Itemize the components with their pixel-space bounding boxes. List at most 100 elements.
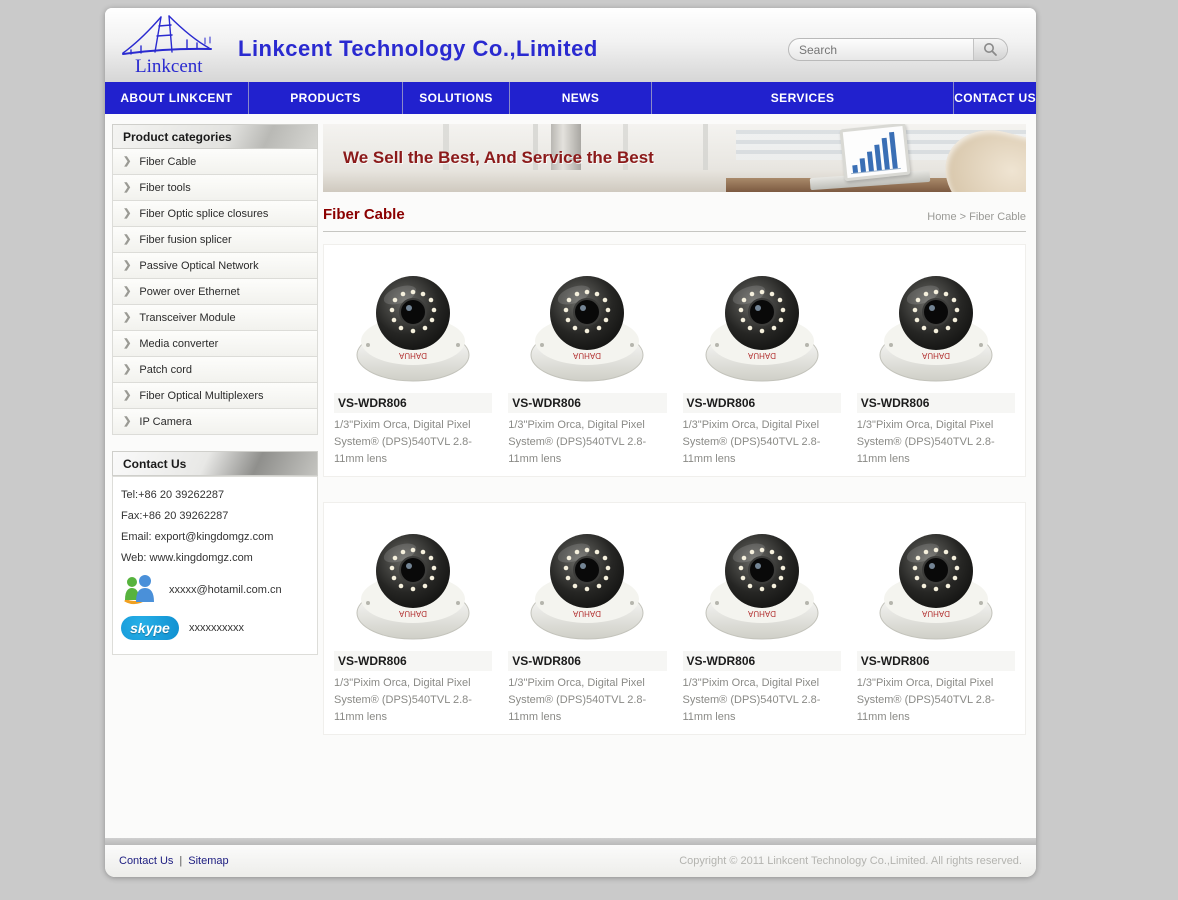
product-description: 1/3"Pixim Orca, Digital Pixel System® (D… [683,417,841,468]
product-card[interactable]: DAHUA VS-WDR806 1/3"Pixim Orca, Digital … [675,253,849,468]
dome-camera-image: DAHUA [512,255,662,387]
svg-text:DAHUA: DAHUA [921,609,950,618]
footer-divider [105,838,1036,845]
product-card[interactable]: DAHUA VS-WDR806 1/3"Pixim Orca, Digital … [326,253,500,468]
product-name: VS-WDR806 [683,651,841,671]
dome-camera-image: DAHUA [512,513,662,645]
product-description: 1/3"Pixim Orca, Digital Pixel System® (D… [334,675,492,726]
category-label: Patch cord [139,364,192,376]
category-item[interactable]: ❯ Power over Ethernet [113,279,317,305]
category-item[interactable]: ❯ Fiber fusion splicer [113,227,317,253]
svg-text:DAHUA: DAHUA [573,609,602,618]
page-container: Linkcent Linkcent Technology Co.,Limited… [105,8,1036,877]
category-label: Fiber tools [139,182,190,194]
category-label: Fiber fusion splicer [139,234,231,246]
chevron-right-icon: ❯ [123,364,131,375]
product-card[interactable]: DAHUA VS-WDR806 1/3"Pixim Orca, Digital … [500,253,674,468]
nav-item[interactable]: CONTACT US [953,82,1036,114]
product-name: VS-WDR806 [857,393,1015,413]
page-title: Fiber Cable [323,206,405,223]
product-description: 1/3"Pixim Orca, Digital Pixel System® (D… [508,675,666,726]
skype-id[interactable]: xxxxxxxxxx [189,622,244,634]
chevron-right-icon: ❯ [123,182,131,193]
contact-web[interactable]: Web: www.kingdomgz.com [121,552,309,564]
product-card[interactable]: DAHUA VS-WDR806 1/3"Pixim Orca, Digital … [500,511,674,726]
nav-item[interactable]: NEWS [509,82,651,114]
hero-banner: We Sell the Best, And Service the Best [323,124,1026,192]
footer-link-sitemap[interactable]: Sitemap [188,855,228,867]
dome-camera-image: DAHUA [687,255,837,387]
nav-item[interactable]: SOLUTIONS [402,82,509,114]
category-item[interactable]: ❯ Patch cord [113,357,317,383]
category-item[interactable]: ❯ IP Camera [113,409,317,435]
site-footer: Contact Us | Sitemap Copyright © 2011 Li… [105,845,1036,877]
footer-links: Contact Us | Sitemap [119,855,229,867]
svg-text:DAHUA: DAHUA [398,351,427,360]
product-name: VS-WDR806 [334,393,492,413]
chevron-right-icon: ❯ [123,390,131,401]
product-card[interactable]: DAHUA VS-WDR806 1/3"Pixim Orca, Digital … [326,511,500,726]
product-name: VS-WDR806 [683,393,841,413]
product-row-2: DAHUA VS-WDR806 1/3"Pixim Orca, Digital … [323,502,1026,735]
chevron-right-icon: ❯ [123,156,131,167]
category-item[interactable]: ❯ Transceiver Module [113,305,317,331]
category-item[interactable]: ❯ Fiber Optic splice closures [113,201,317,227]
page-title-row: Fiber Cable Home > Fiber Cable [323,206,1026,232]
contact-tel: Tel:+86 20 39262287 [121,489,309,501]
category-item[interactable]: ❯ Media converter [113,331,317,357]
search-icon [983,42,998,57]
nav-item[interactable]: PRODUCTS [248,82,402,114]
contact-us-header: Contact Us [112,451,318,476]
product-card[interactable]: DAHUA VS-WDR806 1/3"Pixim Orca, Digital … [849,511,1023,726]
product-name: VS-WDR806 [508,651,666,671]
category-label: Fiber Optic splice closures [139,208,268,220]
category-item[interactable]: ❯ Passive Optical Network [113,253,317,279]
product-row-1: DAHUA VS-WDR806 1/3"Pixim Orca, Digital … [323,244,1026,477]
breadcrumb[interactable]: Home > Fiber Cable [927,211,1026,223]
product-description: 1/3"Pixim Orca, Digital Pixel System® (D… [683,675,841,726]
product-name: VS-WDR806 [857,651,1015,671]
company-name: Linkcent Technology Co.,Limited [238,36,598,62]
category-label: Media converter [139,338,218,350]
product-name: VS-WDR806 [334,651,492,671]
contact-box: Tel:+86 20 39262287 Fax:+86 20 39262287 … [112,476,318,655]
dome-camera-image: DAHUA [338,513,488,645]
category-label: IP Camera [139,416,191,428]
content-area: Product categories ❯ Fiber Cable ❯ Fiber… [105,114,1036,838]
category-list: ❯ Fiber Cable ❯ Fiber tools ❯ Fiber Opti… [112,149,318,435]
product-card[interactable]: DAHUA VS-WDR806 1/3"Pixim Orca, Digital … [675,511,849,726]
banner-laptop-screen [839,124,910,181]
chevron-right-icon: ❯ [123,338,131,349]
chevron-right-icon: ❯ [123,286,131,297]
svg-text:DAHUA: DAHUA [747,351,776,360]
bridge-logo-icon: Linkcent [117,12,227,78]
company-logo[interactable]: Linkcent [117,12,227,78]
svg-text:DAHUA: DAHUA [573,351,602,360]
msn-address[interactable]: xxxxx@hotamil.com.cn [169,584,282,596]
search-input[interactable] [789,43,973,57]
nav-item[interactable]: SERVICES [651,82,953,114]
desktop-background: { "header": { "logo_text": "Linkcent", "… [0,0,1178,900]
footer-link-contact-us[interactable]: Contact Us [119,855,173,867]
category-item[interactable]: ❯ Fiber Cable [113,149,317,175]
category-label: Passive Optical Network [139,260,258,272]
dome-camera-image: DAHUA [861,513,1011,645]
svg-text:DAHUA: DAHUA [921,351,950,360]
logo-text: Linkcent [135,56,203,77]
contact-email[interactable]: Email: export@kingdomgz.com [121,531,309,543]
chevron-right-icon: ❯ [123,416,131,427]
product-description: 1/3"Pixim Orca, Digital Pixel System® (D… [334,417,492,468]
category-item[interactable]: ❯ Fiber tools [113,175,317,201]
product-description: 1/3"Pixim Orca, Digital Pixel System® (D… [508,417,666,468]
nav-item[interactable]: ABOUT LINKCENT [105,82,248,114]
site-header: Linkcent Linkcent Technology Co.,Limited [105,8,1036,82]
svg-text:DAHUA: DAHUA [747,609,776,618]
footer-link-separator: | [179,855,182,867]
product-card[interactable]: DAHUA VS-WDR806 1/3"Pixim Orca, Digital … [849,253,1023,468]
chevron-right-icon: ❯ [123,312,131,323]
category-item[interactable]: ❯ Fiber Optical Multiplexers [113,383,317,409]
main-nav: ABOUT LINKCENT PRODUCTS SOLUTIONS NEWS S… [105,82,1036,114]
main-panel: We Sell the Best, And Service the Best F… [323,124,1026,838]
search-button[interactable] [973,39,1007,60]
msn-row: xxxxx@hotamil.com.cn [121,574,309,606]
